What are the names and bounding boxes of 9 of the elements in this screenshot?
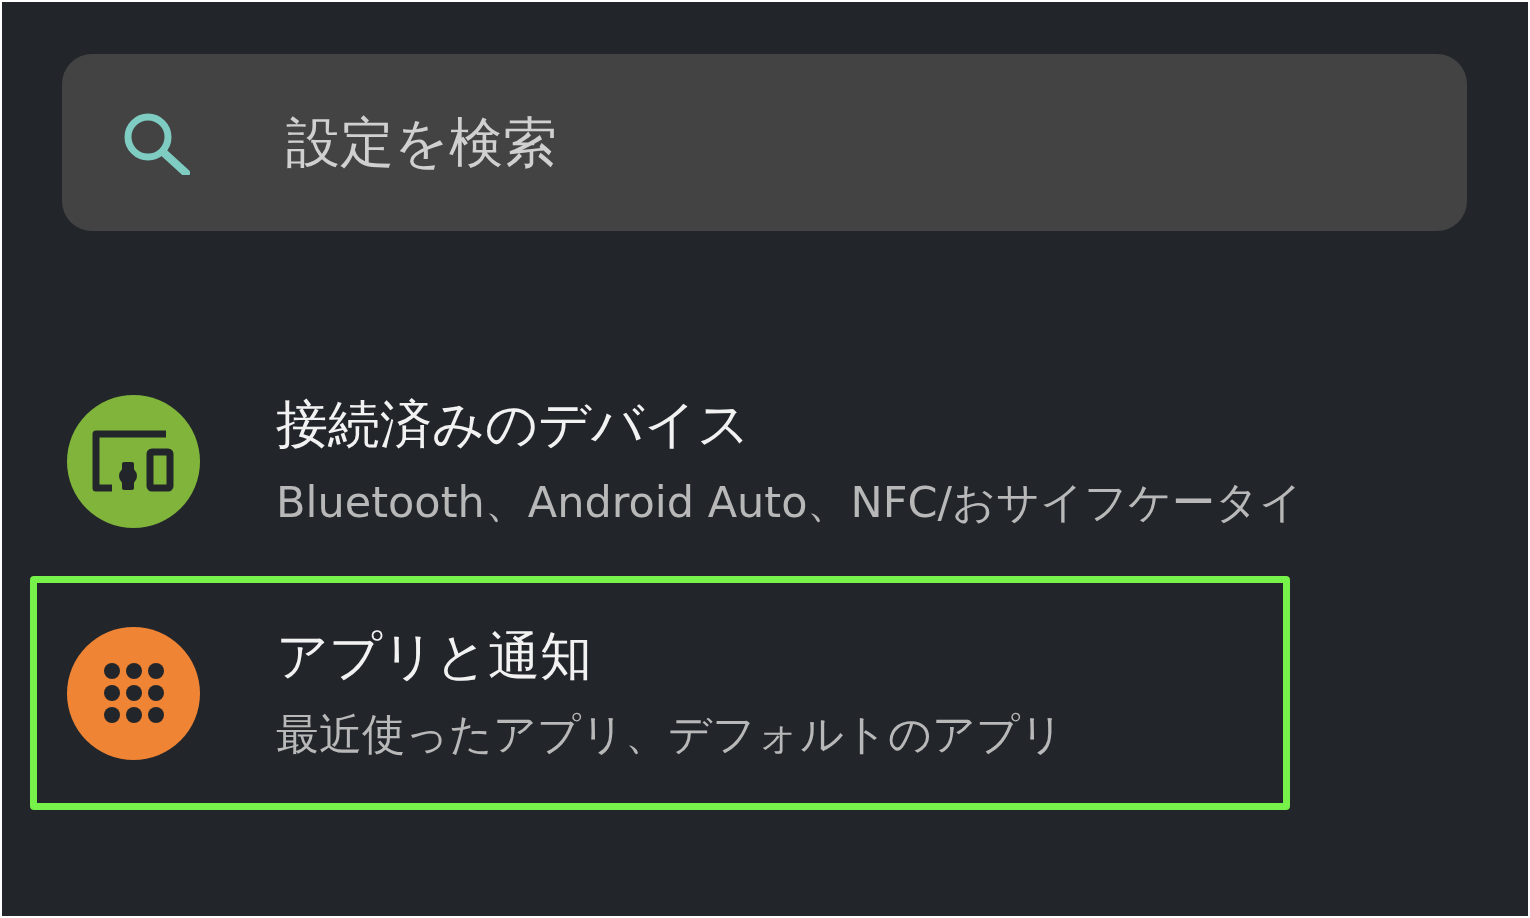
- search-field[interactable]: 設定を検索: [286, 111, 1186, 174]
- item-subtitle: Bluetooth、Android Auto、NFC/おサイフケータイ: [276, 476, 1303, 529]
- item-title: アプリと通知: [276, 625, 593, 688]
- settings-item[interactable]: 接続済みのデバイス Bluetooth、Android Auto、NFC/おサイフケータイ: [30, 344, 1490, 578]
- item-subtitle: 最近使ったアプリ、デフォルトのアプリ: [276, 708, 1064, 761]
- item-title: 接続済みのデバイス: [276, 393, 751, 456]
- devices-icon: [91, 430, 176, 492]
- grid-icon: [102, 662, 165, 724]
- settings-item[interactable]: アプリと通知 最近使ったアプリ、デフォルトのアプリ: [30, 576, 1290, 810]
